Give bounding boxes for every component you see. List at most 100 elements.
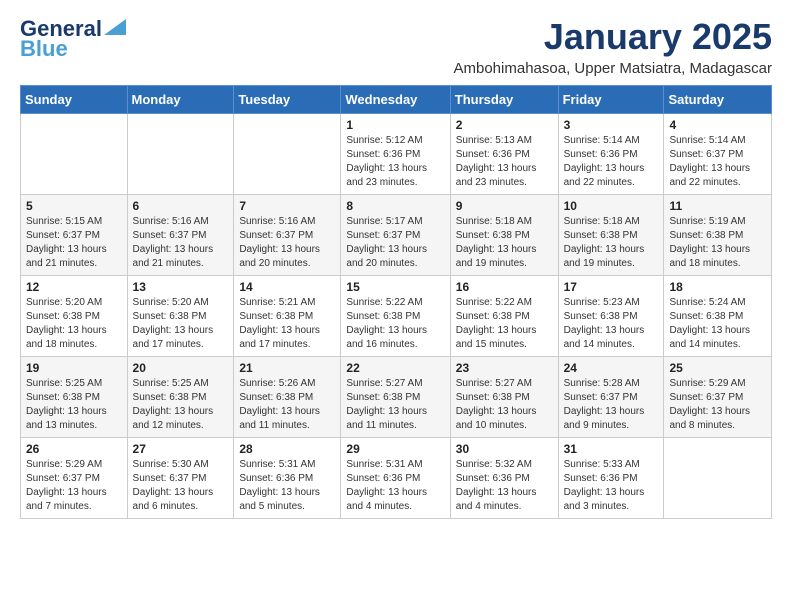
day-number: 24 xyxy=(564,361,659,375)
calendar-cell: 28 Sunrise: 5:31 AM Sunset: 6:36 PM Dayli… xyxy=(234,438,341,519)
day-info: Sunrise: 5:31 AM Sunset: 6:36 PM Dayligh… xyxy=(239,458,335,514)
day-info: Sunrise: 5:25 AM Sunset: 6:38 PM Dayligh… xyxy=(26,377,122,433)
calendar-cell: 15 Sunrise: 5:22 AM Sunset: 6:38 PM Dayli… xyxy=(341,276,450,357)
calendar-cell: 14 Sunrise: 5:21 AM Sunset: 6:38 PM Dayli… xyxy=(234,276,341,357)
day-number: 16 xyxy=(456,280,553,294)
calendar-cell: 13Sunrise: 5:20 AM Sunset: 6:38 PM Dayli… xyxy=(127,276,234,357)
day-number: 28 xyxy=(239,442,335,456)
day-number: 5 xyxy=(26,199,122,213)
calendar-cell xyxy=(21,114,128,195)
calendar-cell: 25 Sunrise: 5:29 AM Sunset: 6:37 PM Dayli… xyxy=(664,357,772,438)
day-info: Sunrise: 5:28 AM Sunset: 6:37 PM Dayligh… xyxy=(564,377,659,433)
calendar-cell: 7 Sunrise: 5:16 AM Sunset: 6:37 PM Daylig… xyxy=(234,195,341,276)
calendar-cell: 19 Sunrise: 5:25 AM Sunset: 6:38 PM Dayli… xyxy=(21,357,128,438)
day-number: 11 xyxy=(669,199,766,213)
calendar-cell: 9 Sunrise: 5:18 AM Sunset: 6:38 PM Daylig… xyxy=(450,195,558,276)
calendar-cell: 2 Sunrise: 5:13 AM Sunset: 6:36 PM Daylig… xyxy=(450,114,558,195)
day-number: 15 xyxy=(346,280,444,294)
calendar-cell: 5 Sunrise: 5:15 AM Sunset: 6:37 PM Daylig… xyxy=(21,195,128,276)
day-info: Sunrise: 5:29 AM Sunset: 6:37 PM Dayligh… xyxy=(669,377,766,433)
week-row-2: 12Sunrise: 5:20 AM Sunset: 6:38 PM Dayli… xyxy=(21,276,772,357)
day-info: Sunrise: 5:15 AM Sunset: 6:37 PM Dayligh… xyxy=(26,215,122,271)
day-info: Sunrise: 5:16 AM Sunset: 6:37 PM Dayligh… xyxy=(239,215,335,271)
day-number: 31 xyxy=(564,442,659,456)
calendar: SundayMondayTuesdayWednesdayThursdayFrid… xyxy=(20,85,772,519)
location: Ambohimahasoa, Upper Matsiatra, Madagasc… xyxy=(454,60,773,77)
calendar-cell xyxy=(664,438,772,519)
day-header-thursday: Thursday xyxy=(450,86,558,114)
week-row-3: 19 Sunrise: 5:25 AM Sunset: 6:38 PM Dayli… xyxy=(21,357,772,438)
day-info: Sunrise: 5:32 AM Sunset: 6:36 PM Dayligh… xyxy=(456,458,553,514)
day-number: 25 xyxy=(669,361,766,375)
calendar-cell: 10Sunrise: 5:18 AM Sunset: 6:38 PM Dayli… xyxy=(558,195,664,276)
day-number: 22 xyxy=(346,361,444,375)
day-number: 8 xyxy=(346,199,444,213)
calendar-cell: 16 Sunrise: 5:22 AM Sunset: 6:38 PM Dayli… xyxy=(450,276,558,357)
day-header-tuesday: Tuesday xyxy=(234,86,341,114)
day-info: Sunrise: 5:25 AM Sunset: 6:38 PM Dayligh… xyxy=(133,377,229,433)
calendar-cell: 27Sunrise: 5:30 AM Sunset: 6:37 PM Dayli… xyxy=(127,438,234,519)
day-number: 13 xyxy=(133,280,229,294)
day-number: 14 xyxy=(239,280,335,294)
day-info: Sunrise: 5:21 AM Sunset: 6:38 PM Dayligh… xyxy=(239,296,335,352)
day-info: Sunrise: 5:31 AM Sunset: 6:36 PM Dayligh… xyxy=(346,458,444,514)
calendar-cell: 1Sunrise: 5:12 AM Sunset: 6:36 PM Daylig… xyxy=(341,114,450,195)
day-header-wednesday: Wednesday xyxy=(341,86,450,114)
day-info: Sunrise: 5:29 AM Sunset: 6:37 PM Dayligh… xyxy=(26,458,122,514)
title-block: January 2025 Ambohimahasoa, Upper Matsia… xyxy=(454,16,773,77)
day-info: Sunrise: 5:22 AM Sunset: 6:38 PM Dayligh… xyxy=(456,296,553,352)
day-number: 26 xyxy=(26,442,122,456)
day-header-friday: Friday xyxy=(558,86,664,114)
day-header-saturday: Saturday xyxy=(664,86,772,114)
day-info: Sunrise: 5:14 AM Sunset: 6:37 PM Dayligh… xyxy=(669,134,766,190)
day-info: Sunrise: 5:18 AM Sunset: 6:38 PM Dayligh… xyxy=(456,215,553,271)
day-header-sunday: Sunday xyxy=(21,86,128,114)
day-info: Sunrise: 5:30 AM Sunset: 6:37 PM Dayligh… xyxy=(133,458,229,514)
day-number: 7 xyxy=(239,199,335,213)
day-number: 2 xyxy=(456,118,553,132)
day-info: Sunrise: 5:19 AM Sunset: 6:38 PM Dayligh… xyxy=(669,215,766,271)
logo: General Blue xyxy=(20,16,126,62)
day-number: 23 xyxy=(456,361,553,375)
calendar-cell: 3Sunrise: 5:14 AM Sunset: 6:36 PM Daylig… xyxy=(558,114,664,195)
day-number: 18 xyxy=(669,280,766,294)
calendar-cell: 24 Sunrise: 5:28 AM Sunset: 6:37 PM Dayli… xyxy=(558,357,664,438)
day-info: Sunrise: 5:22 AM Sunset: 6:38 PM Dayligh… xyxy=(346,296,444,352)
page: General Blue January 2025 Ambohimahasoa,… xyxy=(0,0,792,535)
calendar-header-row: SundayMondayTuesdayWednesdayThursdayFrid… xyxy=(21,86,772,114)
day-number: 17 xyxy=(564,280,659,294)
day-number: 19 xyxy=(26,361,122,375)
calendar-cell: 26 Sunrise: 5:29 AM Sunset: 6:37 PM Dayli… xyxy=(21,438,128,519)
day-info: Sunrise: 5:20 AM Sunset: 6:38 PM Dayligh… xyxy=(26,296,122,352)
day-number: 10 xyxy=(564,199,659,213)
calendar-cell: 31 Sunrise: 5:33 AM Sunset: 6:36 PM Dayli… xyxy=(558,438,664,519)
calendar-cell: 29 Sunrise: 5:31 AM Sunset: 6:36 PM Dayli… xyxy=(341,438,450,519)
day-number: 9 xyxy=(456,199,553,213)
day-number: 6 xyxy=(133,199,229,213)
week-row-1: 5 Sunrise: 5:15 AM Sunset: 6:37 PM Daylig… xyxy=(21,195,772,276)
calendar-cell: 21 Sunrise: 5:26 AM Sunset: 6:38 PM Dayli… xyxy=(234,357,341,438)
calendar-cell xyxy=(127,114,234,195)
logo-blue: Blue xyxy=(20,36,68,62)
calendar-cell: 8 Sunrise: 5:17 AM Sunset: 6:37 PM Daylig… xyxy=(341,195,450,276)
day-number: 1 xyxy=(346,118,444,132)
calendar-cell: 30Sunrise: 5:32 AM Sunset: 6:36 PM Dayli… xyxy=(450,438,558,519)
calendar-cell: 20Sunrise: 5:25 AM Sunset: 6:38 PM Dayli… xyxy=(127,357,234,438)
calendar-cell: 18 Sunrise: 5:24 AM Sunset: 6:38 PM Dayli… xyxy=(664,276,772,357)
day-info: Sunrise: 5:16 AM Sunset: 6:37 PM Dayligh… xyxy=(133,215,229,271)
month-title: January 2025 xyxy=(454,16,773,58)
calendar-cell xyxy=(234,114,341,195)
day-info: Sunrise: 5:17 AM Sunset: 6:37 PM Dayligh… xyxy=(346,215,444,271)
day-number: 21 xyxy=(239,361,335,375)
calendar-cell: 4Sunrise: 5:14 AM Sunset: 6:37 PM Daylig… xyxy=(664,114,772,195)
day-info: Sunrise: 5:23 AM Sunset: 6:38 PM Dayligh… xyxy=(564,296,659,352)
calendar-cell: 6 Sunrise: 5:16 AM Sunset: 6:37 PM Daylig… xyxy=(127,195,234,276)
day-number: 29 xyxy=(346,442,444,456)
day-info: Sunrise: 5:24 AM Sunset: 6:38 PM Dayligh… xyxy=(669,296,766,352)
logo-bird-icon xyxy=(104,19,126,35)
day-info: Sunrise: 5:13 AM Sunset: 6:36 PM Dayligh… xyxy=(456,134,553,190)
day-info: Sunrise: 5:26 AM Sunset: 6:38 PM Dayligh… xyxy=(239,377,335,433)
header: General Blue January 2025 Ambohimahasoa,… xyxy=(20,16,772,77)
day-info: Sunrise: 5:33 AM Sunset: 6:36 PM Dayligh… xyxy=(564,458,659,514)
calendar-cell: 22Sunrise: 5:27 AM Sunset: 6:38 PM Dayli… xyxy=(341,357,450,438)
